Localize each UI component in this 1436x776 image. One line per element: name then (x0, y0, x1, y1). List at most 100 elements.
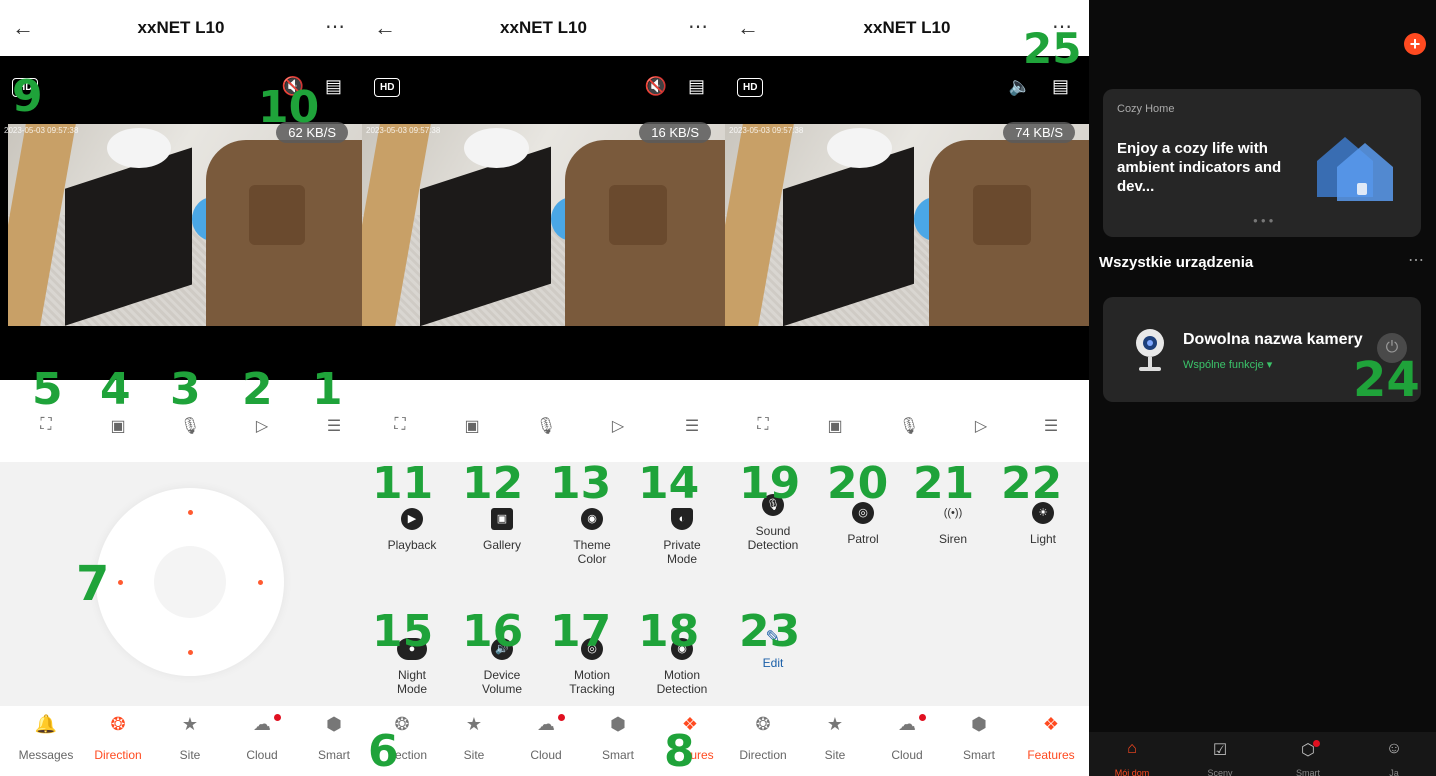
dot-left (118, 580, 123, 585)
tab-smart[interactable]: ⬢ Smart (582, 714, 654, 762)
control-bar: ⛶ ▣ 🎙 ▷ ☰ (362, 380, 725, 462)
notification-dot (558, 714, 565, 721)
tab-direction[interactable]: ❂ Direction (727, 714, 799, 762)
more-horizontal-icon[interactable]: ⋯ (688, 14, 709, 39)
annotation-21: 21 (913, 458, 975, 509)
mute-icon[interactable]: 🔇 (645, 76, 667, 97)
house-icon (1317, 137, 1393, 201)
microphone-icon[interactable]: 🎙 (178, 416, 202, 438)
camera-feed (362, 124, 725, 326)
star-icon: ★ (181, 714, 199, 734)
tab-site[interactable]: ★ Site (438, 714, 510, 762)
feature-playback[interactable]: ▶ Playback (370, 508, 454, 552)
screenshot-icon[interactable]: ▣ (106, 416, 130, 438)
menu-icon[interactable]: ☰ (680, 416, 704, 438)
record-icon[interactable]: ▷ (969, 416, 993, 438)
more-horizontal-icon[interactable]: ⋯ (325, 14, 346, 39)
add-icon[interactable]: + (1404, 33, 1426, 55)
fullscreen-icon[interactable]: ⛶ (34, 416, 58, 438)
user-icon: ☺ (1385, 740, 1403, 757)
camera-panel-3: ← xxNET L10 ⋯ HD 🔈 ▤ 2023-05-03 09:57:38… (725, 0, 1089, 776)
tab-cloud[interactable]: ☁ Cloud (510, 714, 582, 762)
tab-smart[interactable]: ⬢ Smart (943, 714, 1015, 762)
notification-dot (274, 714, 281, 721)
cloud-icon: ☁ (510, 714, 582, 738)
annotation-3: 3 (170, 364, 201, 415)
annotation-8: 8 (664, 726, 695, 776)
tab-site[interactable]: ★ Site (799, 714, 871, 762)
joystick-center[interactable] (154, 546, 226, 618)
notification-dot (1313, 740, 1320, 747)
tab-site[interactable]: ★ Site (154, 714, 226, 762)
tab-me[interactable]: ☺ Ja (1361, 740, 1427, 776)
layout-icon[interactable]: ▤ (688, 76, 705, 97)
smart-icon: ⬢ (326, 714, 342, 734)
fullscreen-icon[interactable]: ⛶ (751, 416, 775, 438)
tab-scenes[interactable]: ☑ Sceny (1187, 740, 1253, 776)
features-icon: ❖ (1042, 714, 1060, 734)
menu-icon[interactable]: ☰ (1039, 416, 1063, 438)
direction-icon: ❂ (110, 714, 126, 734)
layout-icon[interactable]: ▤ (325, 76, 342, 97)
video-area[interactable]: HD 🔇 ▤ 2023-05-03 09:57:38 16 KB/S (362, 56, 725, 380)
checkbox-icon: ☑ (1212, 742, 1228, 759)
dot-down (188, 650, 193, 655)
image-icon: ▣ (491, 508, 513, 530)
annotation-22: 22 (1001, 458, 1063, 509)
tab-bar: 🔔 Messages ❂ Direction ★ Site ☁ Cloud ⬢ … (0, 706, 362, 776)
device-title: xxNET L10 (137, 18, 225, 37)
annotation-15: 15 (372, 606, 434, 657)
more-horizontal-icon[interactable]: ⋯ (1408, 250, 1424, 270)
cloud-icon: ☁ (226, 714, 298, 738)
pager-dots: ●●● (1253, 216, 1277, 225)
speaker-icon[interactable]: 🔈 (1009, 76, 1031, 97)
annotation-25: 25 (1023, 24, 1082, 73)
timestamp: 2023-05-03 09:57:38 (4, 126, 79, 135)
cloud-icon: ☁ (871, 714, 943, 738)
annotation-14: 14 (638, 458, 700, 509)
home-icon: ⌂ (1127, 740, 1137, 757)
star-icon: ★ (826, 714, 844, 734)
control-bar: ⛶ ▣ 🎙 ▷ ☰ (725, 380, 1089, 462)
tab-cloud[interactable]: ☁ Cloud (226, 714, 298, 762)
direction-icon: ❂ (755, 714, 771, 734)
star-icon: ★ (465, 714, 483, 734)
annotation-6: 6 (368, 726, 399, 776)
tab-cloud[interactable]: ☁ Cloud (871, 714, 943, 762)
feature-gallery[interactable]: ▣ Gallery (460, 508, 544, 552)
tab-smart[interactable]: ⬢ Smart (298, 714, 362, 762)
video-area[interactable]: HD 🔈 ▤ 2023-05-03 09:57:38 74 KB/S (725, 56, 1089, 380)
annotation-10: 10 (258, 82, 320, 133)
speed-badge: 74 KB/S (1003, 122, 1075, 143)
feature-private-mode[interactable]: ◐ Private Mode (640, 508, 724, 566)
bell-icon: 🔔 (34, 714, 58, 734)
direction-joystick[interactable] (96, 488, 284, 676)
hd-button[interactable]: HD (737, 78, 764, 97)
tab-features[interactable]: ❖ Features (1015, 714, 1087, 762)
microphone-icon[interactable]: 🎙 (534, 416, 558, 438)
annotation-13: 13 (550, 458, 612, 509)
feature-theme-color[interactable]: ◉ Theme Color (550, 508, 634, 566)
screenshot-icon[interactable]: ▣ (823, 416, 847, 438)
camera-icon (1136, 329, 1164, 371)
dot-up (188, 510, 193, 515)
layout-icon[interactable]: ▤ (1052, 76, 1069, 97)
fullscreen-icon[interactable]: ⛶ (388, 416, 412, 438)
record-icon[interactable]: ▷ (606, 416, 630, 438)
cozy-home-banner[interactable]: Cozy Home Enjoy a cozy life with ambient… (1103, 89, 1421, 237)
hd-button[interactable]: HD (374, 78, 401, 97)
tab-messages[interactable]: 🔔 Messages (10, 714, 82, 762)
device-functions-dropdown[interactable]: Wspólne funkcje ▾ (1183, 358, 1272, 371)
microphone-icon[interactable]: 🎙 (897, 416, 921, 438)
record-icon[interactable]: ▷ (250, 416, 274, 438)
annotation-17: 17 (550, 606, 612, 657)
annotation-20: 20 (827, 458, 889, 509)
shield-icon: ◐ (671, 508, 693, 530)
menu-icon[interactable]: ☰ (322, 416, 346, 438)
device-title: xxNET L10 (500, 18, 587, 37)
tab-smart-home[interactable]: ⬡ Smart (1275, 740, 1341, 776)
tab-my-home[interactable]: ⌂ Mój dom (1099, 740, 1165, 776)
screenshot-icon[interactable]: ▣ (460, 416, 484, 438)
tab-direction[interactable]: ❂ Direction (82, 714, 154, 762)
notification-dot (919, 714, 926, 721)
